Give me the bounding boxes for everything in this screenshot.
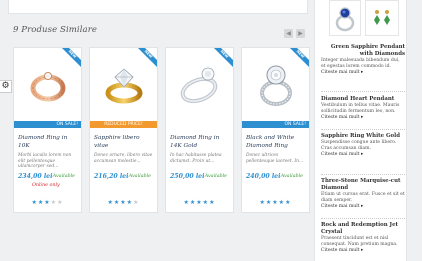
divider [321,174,405,175]
product-name[interactable]: Black and White Diamond Ring [246,134,306,150]
sidebar-item-title[interactable]: Green Sapphire Pendant with Diamonds [321,44,405,58]
product-description: In hac habitasse platea dictumst. Proin … [170,153,222,164]
divider [321,129,405,130]
online-only-label: Online only [32,183,60,188]
chevron-left-icon[interactable]: ◀ [284,29,293,38]
product-name[interactable]: Sapphire libero vitae [94,134,154,150]
product-card[interactable]: NEW ON SALE! Black and White Diamond Rin… [241,47,310,213]
rating-stars: ★★★★★ [31,199,64,206]
divider [321,91,405,92]
product-description: Donec ornare, libero vitae accumsan mole… [94,153,153,164]
similar-products-carousel: NEW ON SALE! Diamond Ring in 10K Morbi i… [13,47,310,213]
product-price: 234,00 lei [18,173,53,180]
availability-status: Available [280,174,303,179]
sidebar-item-desc: Integer malesuada bibendum dui, et egest… [321,58,400,69]
availability-status: Available [128,174,151,179]
new-ribbon: NEW [59,48,81,70]
similar-products-title: 9 Produse Similare [13,25,98,35]
product-price: 250,00 lei [170,173,205,180]
gear-icon[interactable]: ⚙ [0,80,12,93]
rating-stars: ★★★★★ [183,199,216,206]
product-price: 240,00 lei [246,173,281,180]
read-more-link[interactable]: Citeste mai mult ▸ [321,70,405,76]
green-earrings-image [374,10,390,25]
badge-bar [166,121,233,128]
availability-status: Available [204,174,227,179]
sidebar-item[interactable]: Green Sapphire Pendant with Diamonds Int… [321,44,405,76]
sidebar-thumbnails [315,0,408,40]
product-name[interactable]: Diamond Ring in 14K Gold [170,134,230,150]
sapphire-ring-thumbnail[interactable] [329,0,361,36]
sapphire-ring-image [335,7,355,32]
read-more-link[interactable]: Citeste mai mult ▸ [321,152,405,158]
product-card[interactable]: NEW ON SALE! Diamond Ring in 10K Morbi i… [13,47,82,213]
sidebar-item-title[interactable]: Rock and Redemption Jet Crystal [321,222,405,236]
sidebar-item-title[interactable]: Three-Stone Marquise-cut Diamond [321,178,405,192]
divider [321,218,405,219]
read-more-link[interactable]: Citeste mai mult ▸ [321,204,405,210]
sidebar-item-title[interactable]: Sapphire Ring White Gold [321,133,405,140]
green-earrings-thumbnail[interactable] [365,0,399,36]
read-more-link[interactable]: Citeste mai mult ▸ [321,248,405,254]
sidebar-featured-list: Green Sapphire Pendant with Diamonds Int… [314,0,407,261]
sidebar-item[interactable]: Sapphire Ring White Gold Suspendisse con… [321,133,405,158]
new-ribbon: NEW [135,48,157,70]
carousel-nav: ◀ ▶ [284,29,305,38]
rating-stars: ★★★★★ [107,199,140,206]
top-panel [8,0,308,14]
product-description: Donec ultrices pellentesque laoreet. In.… [246,153,304,164]
product-price: 216,20 lei [94,173,129,180]
sale-badge: ON SALE! [242,121,309,128]
new-ribbon: NEW [211,48,233,70]
sidebar-item[interactable]: Diamond Heart Pendant Vestibulum in tell… [321,96,405,121]
product-card[interactable]: NEW Diamond Ring in 14K Gold In hac habi… [165,47,234,213]
sidebar-item-desc: Praesent tincidunt est et nisl consequat… [321,236,398,247]
chevron-right-icon[interactable]: ▶ [296,29,305,38]
sidebar-item[interactable]: Three-Stone Marquise-cut Diamond Etiam u… [321,178,405,210]
new-ribbon: NEW [287,48,309,70]
page-gutter [408,0,422,261]
read-more-link[interactable]: Citeste mai mult ▸ [321,115,405,121]
sidebar-item[interactable]: Rock and Redemption Jet Crystal Praesent… [321,222,405,254]
reduced-price-badge: REDUCED PRICE! [90,121,157,128]
sidebar-item-desc: Etiam ut cursus erat. Fusce et sit et di… [321,192,405,203]
sidebar-item-desc: Suspendisse congue ante libero. Cras acc… [321,140,397,151]
rating-stars: ★★★★★ [259,199,292,206]
product-card[interactable]: NEW REDUCED PRICE! Sapphire libero vitae… [89,47,158,213]
sidebar-item-title[interactable]: Diamond Heart Pendant [321,96,405,103]
sidebar-item-desc: Vestibulum in tellus vitae. Mauris solli… [321,103,400,114]
sale-badge: ON SALE! [14,121,81,128]
product-description: Morbi iaculis lorem non elit pellentesqu… [18,153,72,170]
rose-gold-ring-image [30,71,65,101]
product-name[interactable]: Diamond Ring in 10K [18,134,78,150]
availability-status: Available [52,174,75,179]
